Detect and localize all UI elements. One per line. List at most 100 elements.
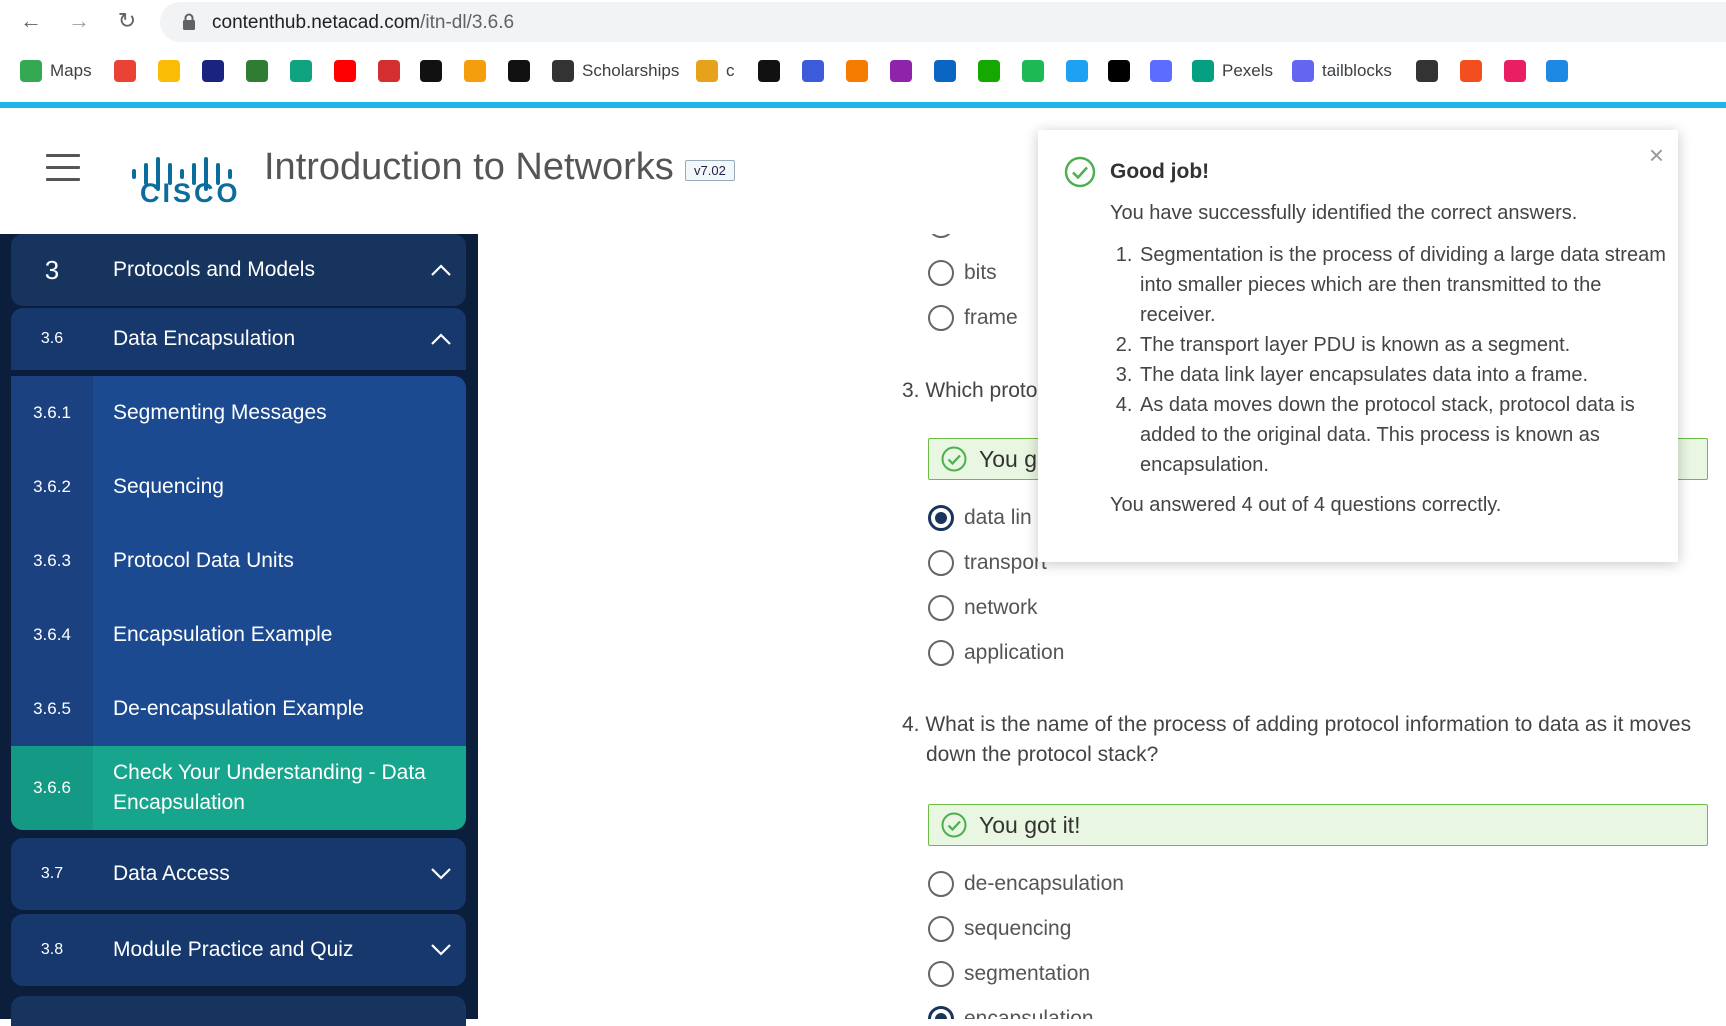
bookmark-lightning[interactable] <box>464 58 486 84</box>
popup-point-list: Segmentation is the process of dividing … <box>1110 240 1678 480</box>
bookmark-youtube[interactable] <box>334 58 356 84</box>
q2-option-packet[interactable] <box>928 234 954 238</box>
radio-button[interactable] <box>928 916 954 942</box>
bookmark-drive[interactable] <box>158 58 180 84</box>
q3-option-network[interactable]: network <box>928 595 1038 621</box>
radio-button[interactable] <box>928 595 954 621</box>
q4-option-de-encapsulation[interactable]: de-encapsulation <box>928 871 1124 897</box>
bookmark-label: Maps <box>50 61 92 80</box>
bookmark-grid[interactable] <box>758 58 780 84</box>
bookmark-hackernoon[interactable] <box>420 58 442 84</box>
x-red-icon <box>378 60 400 82</box>
bookmark-upwork[interactable] <box>978 58 1000 84</box>
sidebar-item-check-your-understanding[interactable]: 3.6.6 Check Your Understanding - Data En… <box>11 746 466 830</box>
lock-icon <box>183 13 195 30</box>
bookmark-purple-u[interactable] <box>890 58 912 84</box>
bookmark-linkedin[interactable] <box>934 58 956 84</box>
sidebar-item-label: Sequencing <box>113 475 224 498</box>
q3-option-transport[interactable]: transport <box>928 550 1047 576</box>
close-icon[interactable]: × <box>1649 142 1664 168</box>
bookmark-tailblocks[interactable]: tailblocks <box>1292 58 1392 84</box>
bookmark-bird[interactable] <box>1066 58 1088 84</box>
check-circle-icon <box>1064 156 1096 188</box>
sidebar-item-number: 3.6.4 <box>11 598 93 672</box>
back-arrow-icon[interactable]: ← <box>16 6 46 36</box>
cube-icon <box>1416 60 1438 82</box>
q2-option-frame[interactable]: frame <box>928 305 1018 331</box>
check-circle-icon <box>941 446 967 472</box>
feather-icon <box>802 60 824 82</box>
sidebar-item-number: 3.7 <box>40 865 64 882</box>
sidebar-item-protocols-and-models[interactable]: 3 Protocols and Models <box>11 234 466 306</box>
bookmark-gem[interactable] <box>1504 58 1526 84</box>
bookmark-triangle[interactable] <box>1108 58 1130 84</box>
sidebar-item-module-practice-and-quiz[interactable]: 3.8 Module Practice and Quiz <box>11 914 466 986</box>
sidebar-item-number: 3.6.1 <box>11 376 93 450</box>
sidebar-item-label: Encapsulation Example <box>113 623 333 646</box>
sidebar-item-label: Segmenting Messages <box>113 401 327 424</box>
bookmark-feather[interactable] <box>802 58 824 84</box>
bookmark-github[interactable] <box>508 58 530 84</box>
purple-u-icon <box>890 60 912 82</box>
hamburger-menu-icon[interactable] <box>46 154 80 184</box>
bookmark-diamond[interactable] <box>1150 58 1172 84</box>
sidebar-item-sequencing[interactable]: 3.6.2 Sequencing <box>11 450 466 524</box>
chevron-down-icon[interactable] <box>416 867 466 881</box>
chevron-up-icon[interactable] <box>416 263 466 277</box>
popup-point: As data moves down the protocol stack, p… <box>1138 390 1678 480</box>
q3-option-application[interactable]: application <box>928 640 1064 666</box>
bookmark-blogger[interactable] <box>846 58 868 84</box>
radio-button[interactable] <box>928 640 954 666</box>
maps-icon <box>20 60 42 82</box>
sidebar-item-data-encapsulation[interactable]: 3.6 Data Encapsulation <box>11 308 466 370</box>
sidebar-item-protocol-data-units[interactable]: 3.6.3 Protocol Data Units <box>11 524 466 598</box>
bookmark-scholarships[interactable]: Scholarships <box>552 58 679 84</box>
q3-option-data-link[interactable]: data lin <box>928 505 1032 531</box>
radio-button-selected[interactable] <box>928 505 954 531</box>
option-label: data lin <box>964 506 1032 529</box>
radio-button-selected[interactable] <box>928 1006 954 1019</box>
bookmark-pexels[interactable]: Pexels <box>1192 58 1273 84</box>
linkedin-icon <box>934 60 956 82</box>
radio-button[interactable] <box>928 550 954 576</box>
q2-option-bits[interactable]: bits <box>928 260 997 286</box>
sidebar-item-number: 3.6.2 <box>11 450 93 524</box>
bookmark-cube[interactable] <box>1416 58 1438 84</box>
bookmark-c[interactable]: c <box>696 58 735 84</box>
sidebar-item-data-access[interactable]: 3.7 Data Access <box>11 838 466 910</box>
bookmark-gmail[interactable] <box>114 58 136 84</box>
reload-icon[interactable]: ↻ <box>112 6 142 36</box>
popup-subtitle: You have successfully identified the cor… <box>1110 202 1578 224</box>
sidebar-item-encapsulation-example[interactable]: 3.6.4 Encapsulation Example <box>11 598 466 672</box>
bookmark-chatgpt[interactable] <box>290 58 312 84</box>
sidebar-item-de-encapsulation-example[interactable]: 3.6.5 De-encapsulation Example <box>11 672 466 746</box>
bookmark-figma[interactable] <box>1460 58 1482 84</box>
radio-button[interactable] <box>928 961 954 987</box>
q4-option-segmentation[interactable]: segmentation <box>928 961 1090 987</box>
chevron-up-icon[interactable] <box>416 332 466 346</box>
radio-button[interactable] <box>928 234 954 238</box>
radio-button[interactable] <box>928 305 954 331</box>
drive-icon <box>158 60 180 82</box>
bookmark-search-blue[interactable] <box>1546 58 1568 84</box>
chevron-down-icon[interactable] <box>416 943 466 957</box>
forward-arrow-icon[interactable]: → <box>64 6 94 36</box>
bookmark-fi[interactable] <box>1022 58 1044 84</box>
q4-option-sequencing[interactable]: sequencing <box>928 916 1071 942</box>
radio-button[interactable] <box>928 871 954 897</box>
bookmark-green-one[interactable] <box>246 58 268 84</box>
sidebar-item-label: Module Practice and Quiz <box>113 938 354 961</box>
option-label: network <box>964 596 1038 619</box>
q4-option-encapsulation[interactable]: encapsulation <box>928 1006 1094 1019</box>
grid-icon <box>758 60 780 82</box>
bookmark-eye[interactable] <box>202 58 224 84</box>
sidebar: 3 Protocols and Models 3.6 Data Encapsul… <box>0 234 478 1026</box>
sidebar-item-label: Data Access <box>113 862 230 885</box>
sidebar-item-segmenting-messages[interactable]: 3.6.1 Segmenting Messages <box>11 376 466 450</box>
sidebar-item-number: 3.6 <box>40 330 64 347</box>
radio-button[interactable] <box>928 260 954 286</box>
bookmark-maps[interactable]: Maps <box>20 58 92 84</box>
bookmark-x-red[interactable] <box>378 58 400 84</box>
address-bar[interactable]: contenthub.netacad.com/itn-dl/3.6.6 <box>160 2 1726 42</box>
eye-icon <box>202 60 224 82</box>
